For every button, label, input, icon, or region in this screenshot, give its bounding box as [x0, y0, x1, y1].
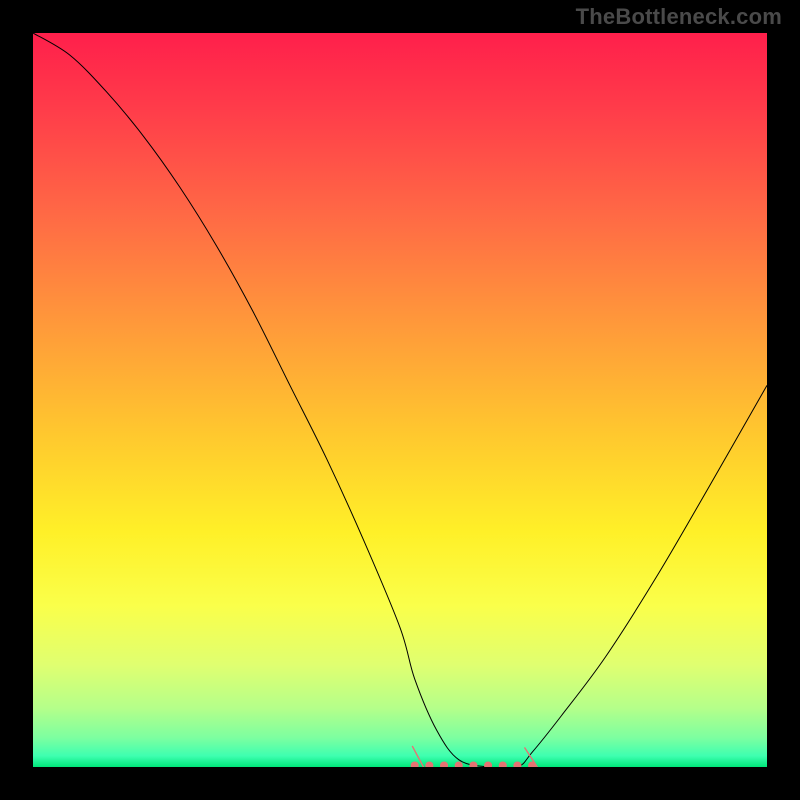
bottleneck-curve [33, 33, 767, 767]
watermark-text: TheBottleneck.com [576, 4, 782, 30]
plot-area [33, 33, 767, 767]
chart-frame: TheBottleneck.com [0, 0, 800, 800]
